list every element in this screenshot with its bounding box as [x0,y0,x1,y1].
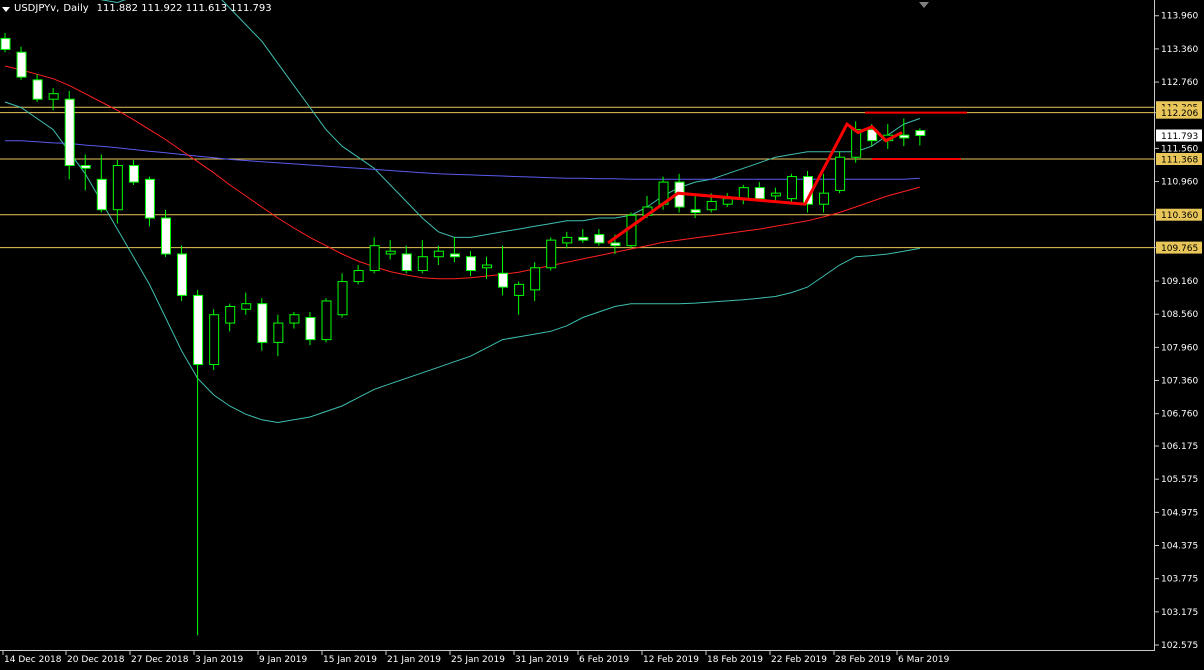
chart-window[interactable]: USDJPYv, Daily 111.882 111.922 111.613 11… [0,0,1204,670]
y-tick-label: 107.360 [1161,377,1198,387]
x-tick-label: 28 Feb 2019 [835,655,891,665]
x-tick-label: 22 Feb 2019 [771,655,827,665]
x-tick-label: 20 Dec 2018 [67,655,125,665]
y-tick-label: 106.175 [1161,442,1198,452]
y-tick-label: 112.760 [1161,78,1198,88]
x-tick-label: 27 Dec 2018 [131,655,189,665]
x-tick-label: 25 Jan 2019 [451,655,505,665]
y-tick-label: 104.975 [1161,508,1198,518]
y-tick-label: 113.960 [1161,12,1198,22]
x-tick-label: 6 Feb 2019 [579,655,630,665]
y-tick-label: 103.775 [1161,575,1198,585]
level-price-tag: 109.765 [1161,244,1198,254]
chart-title-bar: USDJPYv, Daily 111.882 111.922 111.613 11… [2,2,272,16]
x-tick-label: 3 Jan 2019 [195,655,243,665]
y-tick-label: 109.160 [1161,277,1198,287]
y-tick-label: 106.760 [1161,410,1198,420]
x-tick-label: 6 Mar 2019 [898,655,950,665]
level-price-tag: 111.368 [1161,156,1198,166]
plot-area-border [0,0,1155,651]
y-tick-label: 111.560 [1161,144,1198,154]
x-tick-label: 21 Jan 2019 [387,655,441,665]
y-tick-label: 108.560 [1161,310,1198,320]
current-price-tag: 111.793 [1161,132,1198,142]
y-tick-label: 107.960 [1161,343,1198,353]
level-price-tag: 110.360 [1161,211,1198,221]
x-tick-label: 18 Feb 2019 [707,655,763,665]
y-tick-label: 104.375 [1161,542,1198,552]
y-tick-label: 103.175 [1161,608,1198,618]
x-tick-label: 12 Feb 2019 [643,655,699,665]
y-tick-label: 102.575 [1161,641,1198,651]
dropdown-triangle-icon[interactable] [2,6,10,12]
timeframe-label: Daily [63,3,89,14]
y-tick-label: 105.575 [1161,475,1198,485]
ohlc-readout: 111.882 111.922 111.613 111.793 [96,3,272,14]
level-price-tag: 112.206 [1161,109,1198,119]
x-tick-label: 31 Jan 2019 [515,655,569,665]
y-tick-label: 110.960 [1161,178,1198,188]
symbol-label: USDJPYv [14,3,57,14]
y-tick-label: 113.360 [1161,45,1198,55]
x-tick-label: 15 Jan 2019 [323,655,377,665]
time-axis: 14 Dec 2018 20 Dec 2018 27 Dec 2018 3 Jan 2… [2,651,950,665]
x-tick-label: 14 Dec 2018 [4,655,62,665]
x-tick-label: 9 Jan 2019 [259,655,307,665]
